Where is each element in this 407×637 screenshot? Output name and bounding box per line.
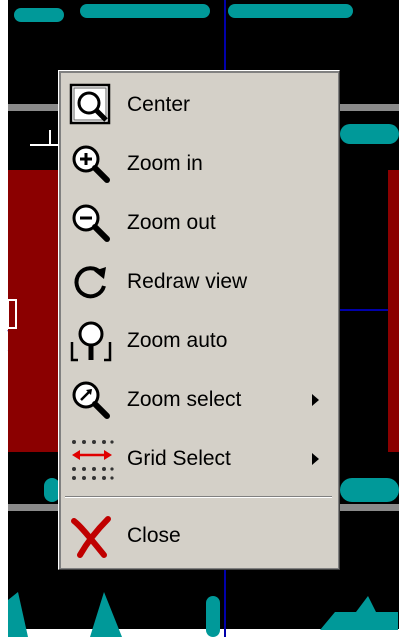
close-icon [65,510,117,562]
zoom-out-icon [65,197,117,249]
menu-item-zoom-select[interactable]: Zoom select [65,372,333,428]
menu-item-grid-select[interactable]: Grid Select [65,431,333,487]
menu-label: Grid Select [127,447,231,470]
zoom-auto-icon [65,315,117,367]
submenu-arrow-icon [312,394,319,406]
menu-item-zoom-in[interactable]: Zoom in [65,136,333,192]
redraw-icon [65,256,117,308]
pcb-viewer: Center Zoom in Zoom out Redraw view Zoom… [0,0,407,637]
menu-label: Zoom auto [127,329,228,352]
menu-item-center[interactable]: Center [65,77,333,133]
menu-item-redraw-view[interactable]: Redraw view [65,254,333,310]
menu-body: Center Zoom in Zoom out Redraw view Zoom… [59,71,339,569]
menu-item-zoom-out[interactable]: Zoom out [65,195,333,251]
grid-icon [65,433,117,485]
menu-separator [65,496,332,498]
menu-label: Zoom out [127,211,216,234]
menu-item-close[interactable]: Close [65,508,333,564]
menu-label: Close [127,524,181,547]
menu-label: Zoom in [127,152,203,175]
submenu-arrow-icon [312,453,319,465]
context-menu: Center Zoom in Zoom out Redraw view Zoom… [58,70,340,570]
zoom-select-icon [65,374,117,426]
menu-label: Zoom select [127,388,242,411]
zoom-in-icon [65,138,117,190]
center-icon [65,79,117,131]
menu-label: Center [127,93,191,116]
menu-label: Redraw view [127,270,248,293]
menu-item-zoom-auto[interactable]: Zoom auto [65,313,333,369]
